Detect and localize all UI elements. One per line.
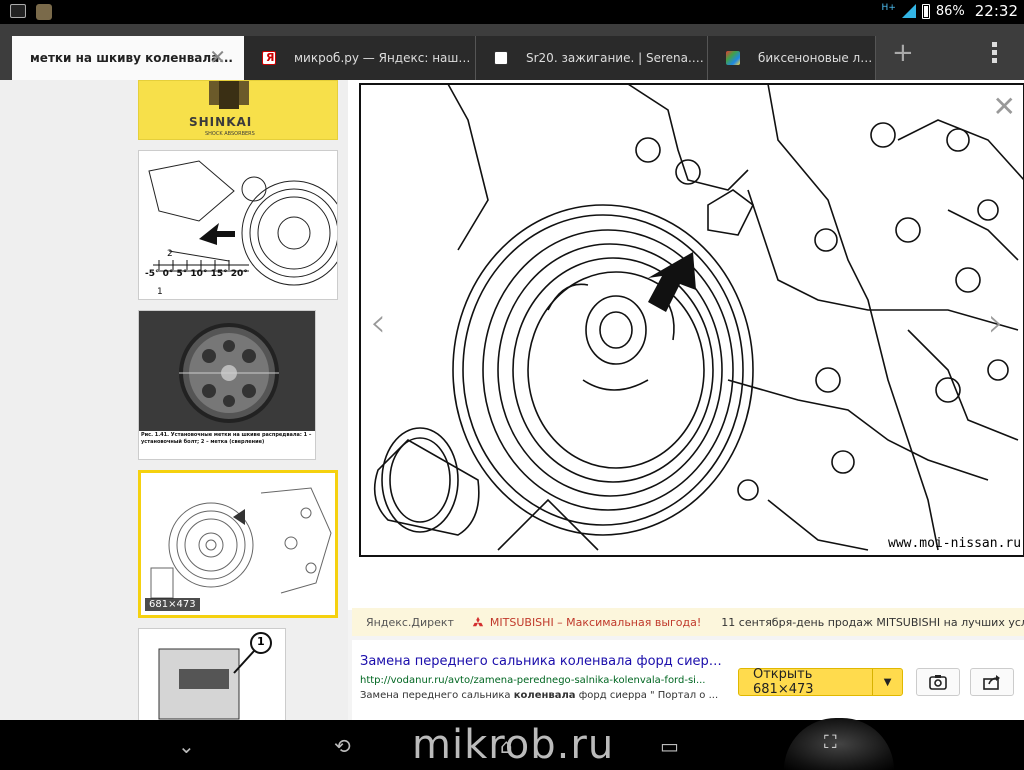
similar-images-button[interactable] bbox=[916, 668, 960, 696]
clock: 22:32 bbox=[974, 2, 1018, 20]
hide-keyboard-icon[interactable]: ⌄ bbox=[178, 734, 195, 758]
battery-icon bbox=[921, 3, 930, 19]
callout-number: 2 bbox=[167, 249, 173, 259]
callout-number: 1 bbox=[257, 635, 265, 648]
signal-icon bbox=[901, 4, 916, 18]
site-watermark: mikrob.ru bbox=[412, 722, 615, 768]
share-button[interactable] bbox=[970, 668, 1014, 696]
callout-number: 1 bbox=[157, 287, 163, 297]
next-image-chevron-icon[interactable]: › bbox=[988, 300, 1004, 346]
tab-strip: метки на шкиву коленвала... ✕ Я микроб.р… bbox=[0, 24, 1024, 80]
thumbnail-list[interactable]: SHINKAI SHOCK ABSORBERS -5° 0° 5° 10° 15… bbox=[0, 80, 348, 720]
thumbnail-part[interactable]: 1 bbox=[138, 628, 286, 720]
desc-text: форд сиерра " Портал о ... bbox=[575, 690, 719, 701]
thumbnail-caption: SHINKAI bbox=[189, 115, 253, 129]
crank-pulley-drawing bbox=[150, 487, 332, 599]
thumbnail-pulley-scale[interactable]: -5° 0° 5° 10° 15° 20° 2 1 bbox=[138, 150, 338, 300]
tab-active[interactable]: метки на шкиву коленвала... ✕ bbox=[12, 36, 244, 80]
open-image-button[interactable]: Открыть 681×473 ▼ bbox=[738, 667, 903, 697]
desc-text: Замена переднего сальника bbox=[360, 690, 514, 701]
screenshot-notification-icon bbox=[10, 4, 26, 18]
image-size-badge: 681×473 bbox=[145, 598, 200, 611]
share-icon bbox=[983, 675, 1000, 690]
network-type: H+ bbox=[881, 2, 896, 13]
tab-sr20[interactable]: Sr20. зажигание. | Serena. Б... bbox=[476, 36, 708, 80]
ad-brand-link[interactable]: MITSUBISHI – Максимальная выгода! bbox=[490, 616, 701, 629]
thumbnail-selected[interactable]: 681×473 bbox=[138, 470, 338, 618]
status-bar: H+ 86% 22:32 bbox=[0, 0, 1024, 24]
colorful-favicon-icon bbox=[726, 51, 740, 65]
navigation-bar: ⌄ ⟲ ⌂ ▭ mikrob.ru ⛶ bbox=[0, 718, 1024, 770]
result-description: Замена переднего сальника коленвала форд… bbox=[360, 690, 718, 701]
tab-mikrob[interactable]: Я микроб.ру — Яндекс: нашл... bbox=[244, 36, 476, 80]
battery-percent: 86% bbox=[935, 3, 965, 19]
ad-bar: Яндекс.Директ MITSUBISHI – Максимальная … bbox=[352, 608, 1024, 636]
page-content: SHINKAI SHOCK ABSORBERS -5° 0° 5° 10° 15… bbox=[0, 80, 1024, 720]
camera-search-icon bbox=[929, 675, 947, 690]
recent-apps-icon[interactable]: ▭ bbox=[660, 734, 679, 758]
mitsubishi-logo-icon bbox=[472, 616, 484, 627]
close-icon[interactable]: ✕ bbox=[209, 47, 226, 67]
screenshot-button[interactable]: ⛶ bbox=[784, 718, 894, 770]
yandex-favicon-icon: Я bbox=[262, 51, 276, 65]
new-tab-plus-icon[interactable]: + bbox=[892, 38, 914, 68]
previous-image-chevron-icon[interactable]: ‹ bbox=[370, 300, 386, 346]
image-viewer[interactable]: ‹ › ✕ www.moi-nissan.ru bbox=[348, 80, 1024, 610]
thumbnail-subcaption: SHOCK ABSORBERS bbox=[205, 131, 255, 137]
thumbnail-caption: Рис. 1.41. Установочные метки на шкиве р… bbox=[141, 432, 312, 445]
thumbnail-camshaft-photo[interactable]: Рис. 1.41. Установочные метки на шкиве р… bbox=[138, 310, 316, 460]
degree-scale-labels: -5° 0° 5° 10° 15° 20° bbox=[145, 269, 248, 279]
tab-label: метки на шкиву коленвала... bbox=[30, 51, 233, 65]
app-notification-icon bbox=[36, 4, 52, 20]
overflow-menu-icon[interactable] bbox=[992, 42, 998, 63]
image-watermark: www.moi-nissan.ru bbox=[888, 536, 1022, 551]
image-info-panel: Замена переднего сальника коленвала форд… bbox=[352, 640, 1024, 720]
site-favicon-icon bbox=[494, 51, 508, 65]
close-icon[interactable]: ✕ bbox=[993, 90, 1016, 123]
back-icon[interactable]: ⟲ bbox=[334, 734, 351, 758]
ad-text[interactable]: 11 сентября-день продаж MITSUBISHI на лу… bbox=[721, 616, 1024, 629]
ad-source: Яндекс.Директ bbox=[366, 615, 454, 629]
tab-bixenon[interactable]: биксеноновые линзы bbox=[708, 36, 876, 80]
tab-label: Sr20. зажигание. | Serena. Б... bbox=[526, 51, 707, 65]
thumbnail-shinkai[interactable]: SHINKAI SHOCK ABSORBERS bbox=[138, 80, 338, 140]
result-title-link[interactable]: Замена переднего сальника коленвала форд… bbox=[360, 654, 722, 669]
crank-pulley-timing-diagram bbox=[359, 83, 1024, 557]
desc-highlight: коленвала bbox=[513, 690, 576, 701]
result-url[interactable]: http://vodanur.ru/avto/zamena-perednego-… bbox=[360, 675, 705, 686]
open-button-label: Открыть 681×473 bbox=[753, 667, 814, 697]
chevron-down-icon[interactable]: ▼ bbox=[872, 669, 902, 695]
tab-label: микроб.ру — Яндекс: нашл... bbox=[294, 51, 475, 65]
screenshot-icon: ⛶ bbox=[824, 732, 837, 753]
tab-label: биксеноновые линзы bbox=[758, 51, 875, 65]
